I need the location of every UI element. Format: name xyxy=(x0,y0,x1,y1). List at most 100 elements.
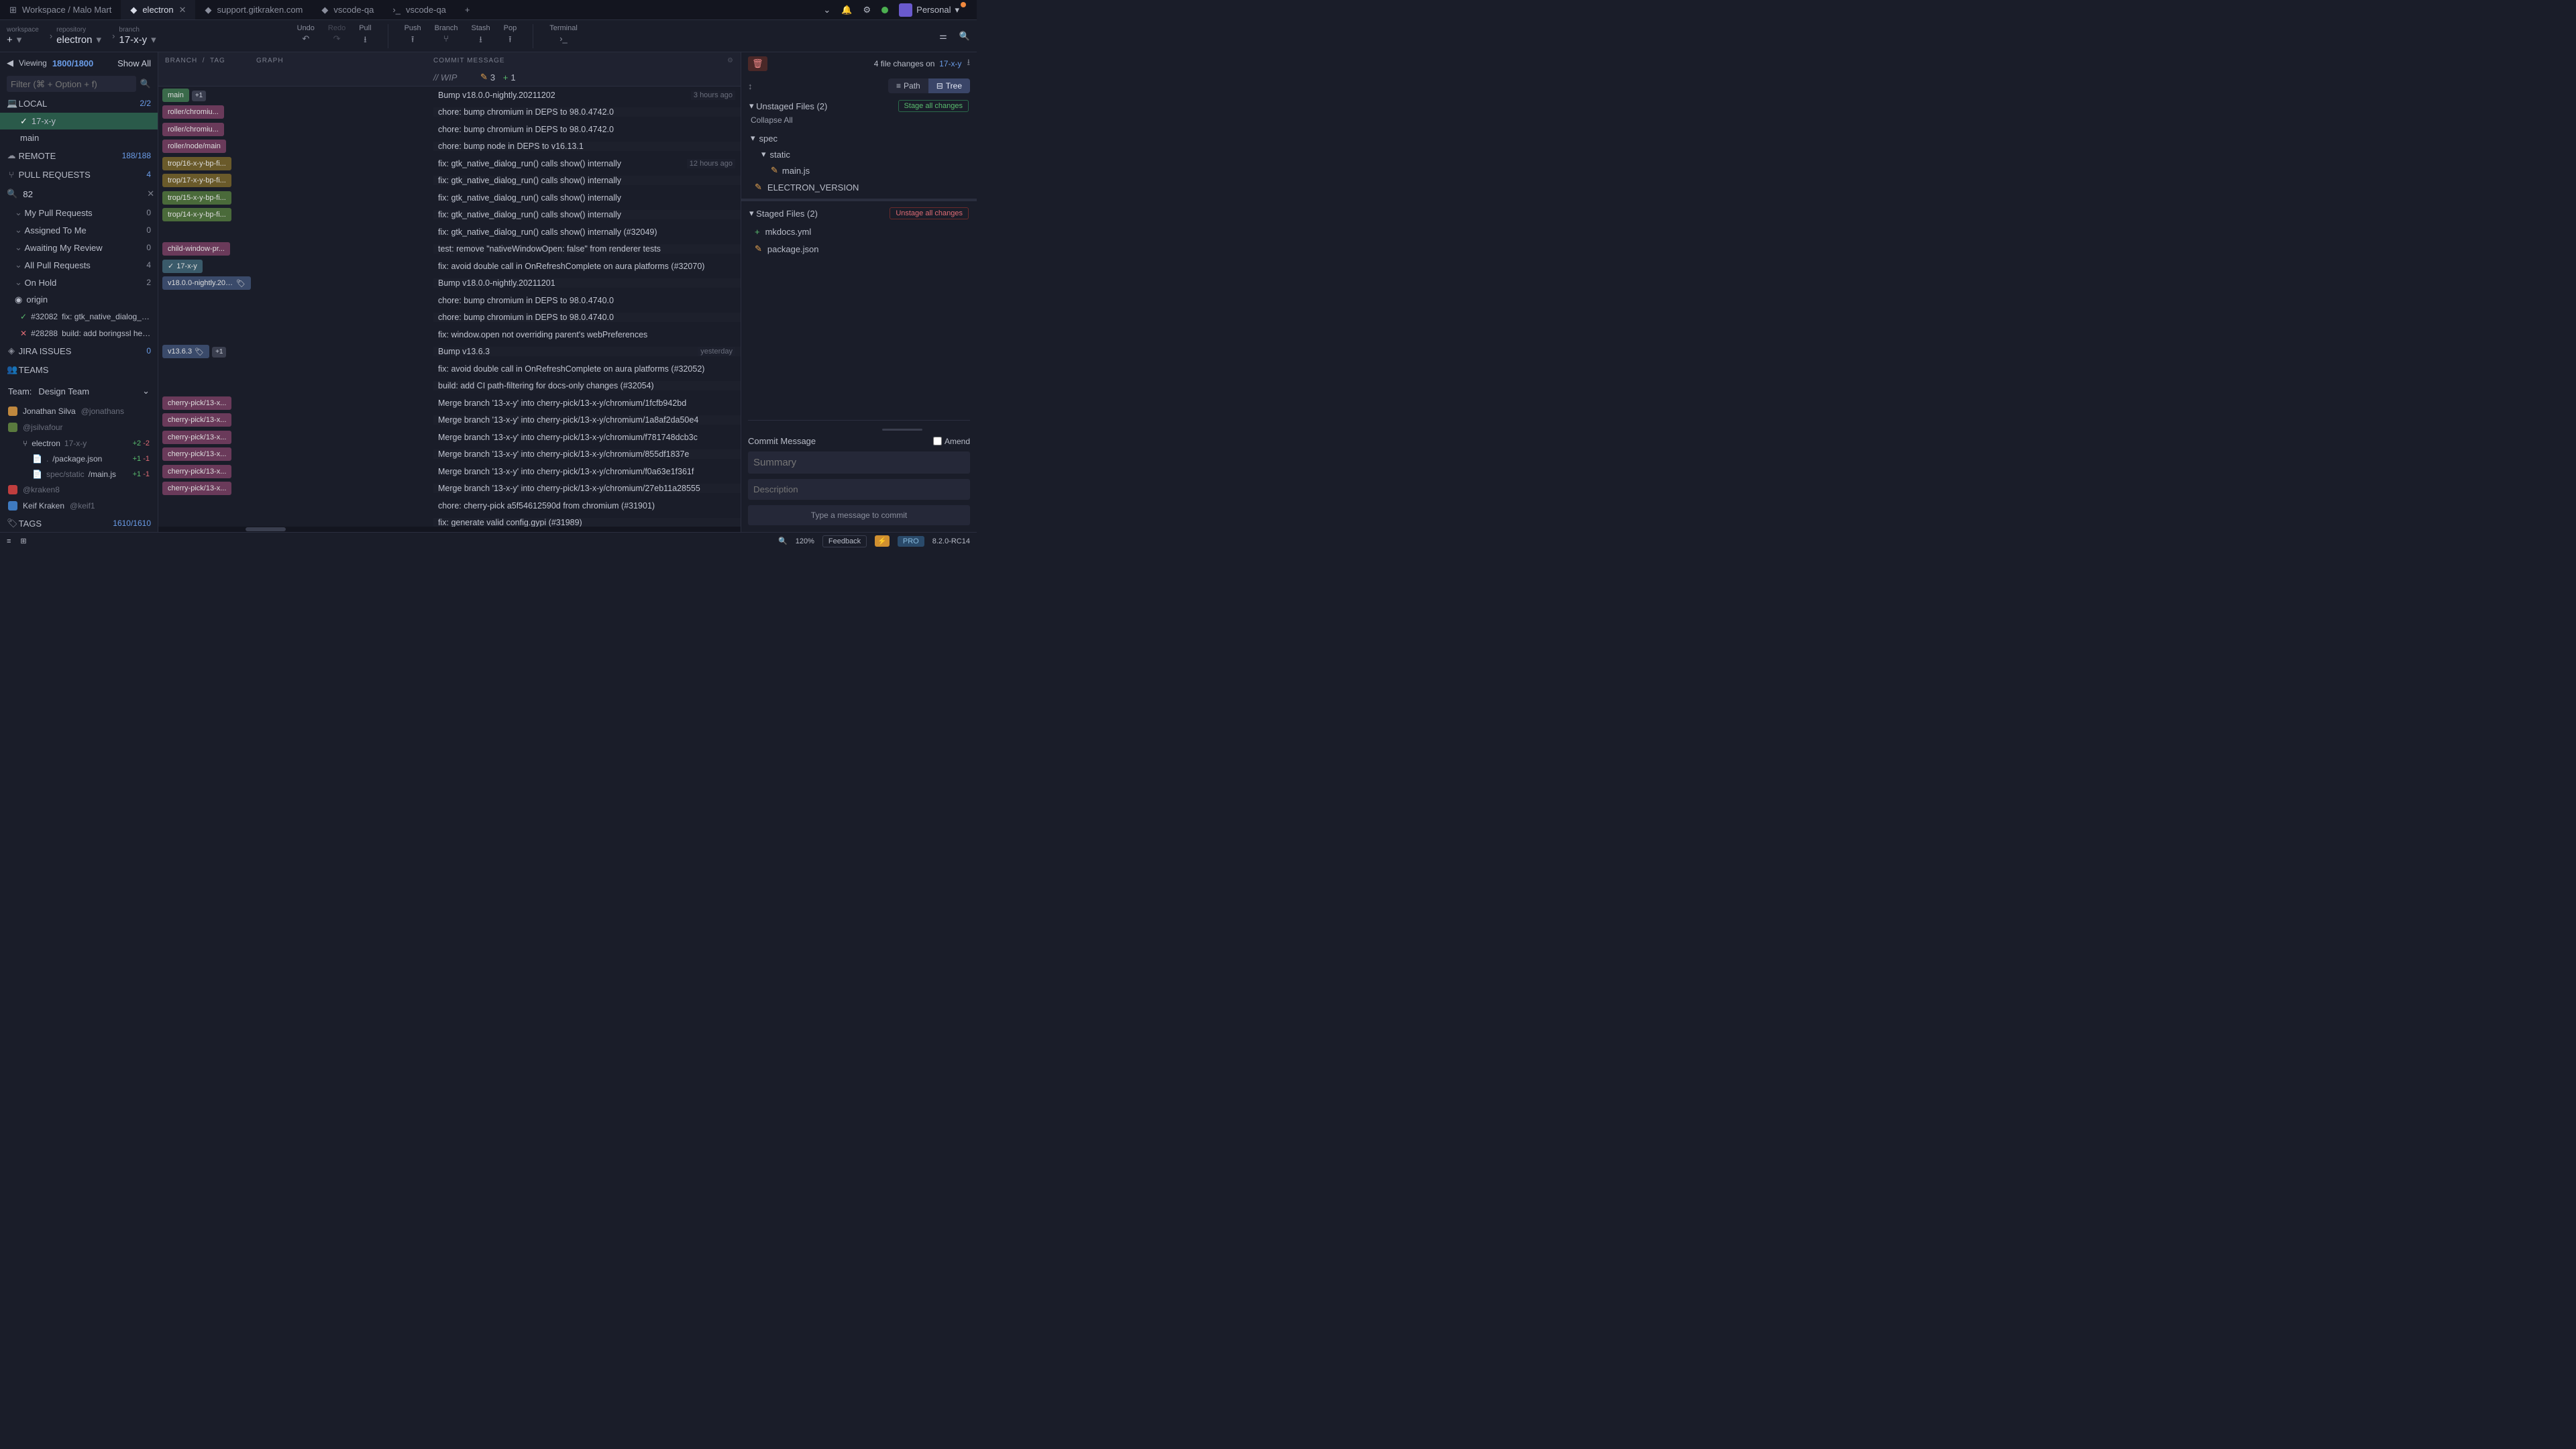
teams-section[interactable]: 👥 TEAMS xyxy=(0,360,158,379)
filter-input[interactable] xyxy=(7,76,136,92)
show-all-button[interactable]: Show All xyxy=(117,58,151,68)
collapse-all-button[interactable]: Collapse All xyxy=(741,115,977,130)
branch-pill[interactable]: trop/15-x-y-bp-fi... xyxy=(162,191,231,205)
commit-row[interactable]: ✓17-x-yfix: avoid double call in OnRefre… xyxy=(158,258,741,275)
awaiting-review[interactable]: ⌄ Awaiting My Review0 xyxy=(0,239,158,256)
commit-row[interactable]: cherry-pick/13-x...Merge branch '13-x-y'… xyxy=(158,463,741,480)
resizer[interactable] xyxy=(748,420,970,421)
member-repo[interactable]: ⑂electron 17-x-y+2 -2 xyxy=(0,435,158,451)
new-tab-button[interactable]: + xyxy=(455,0,480,19)
branch-item-main[interactable]: main xyxy=(0,129,158,146)
branch-pill[interactable]: cherry-pick/13-x... xyxy=(162,413,231,427)
bell-icon[interactable]: 🔔 xyxy=(841,5,852,15)
description-input[interactable] xyxy=(748,479,970,500)
discard-button[interactable]: 🗑 xyxy=(748,56,767,71)
branch-pill[interactable]: child-window-pr... xyxy=(162,242,230,256)
stage-all-button[interactable]: Stage all changes xyxy=(898,100,969,112)
commit-row[interactable]: roller/chromiu...chore: bump chromium in… xyxy=(158,121,741,138)
path-view-button[interactable]: ≡Path xyxy=(888,78,928,93)
search-icon[interactable]: 🔍 xyxy=(959,31,970,42)
repository-selector[interactable]: electron ▾ xyxy=(56,34,101,46)
horizontal-scrollbar[interactable] xyxy=(158,527,741,532)
commit-row[interactable]: chore: bump chromium in DEPS to 98.0.474… xyxy=(158,309,741,327)
zoom-icon[interactable]: 🔍 xyxy=(778,537,788,545)
wip-row[interactable]: // WIP ✎3 +1 xyxy=(158,68,741,87)
branch-pill[interactable]: trop/17-x-y-bp-fi... xyxy=(162,174,231,187)
branch-pill[interactable]: cherry-pick/13-x... xyxy=(162,396,231,410)
remote-section[interactable]: ☁ REMOTE 188/188 xyxy=(0,146,158,165)
file-electron-version[interactable]: ✎ELECTRON_VERSION xyxy=(741,178,977,196)
branch-selector[interactable]: 17-x-y ▾ xyxy=(119,34,156,46)
branch-pill[interactable]: ✓17-x-y xyxy=(162,260,203,273)
my-prs[interactable]: ⌄ My Pull Requests0 xyxy=(0,204,158,221)
workspace-selector[interactable]: + ▾ xyxy=(7,34,21,46)
commit-row[interactable]: main+1Bump v18.0.0-nightly.202112023 hou… xyxy=(158,87,741,104)
close-icon[interactable]: ✕ xyxy=(179,5,186,15)
branch-pill[interactable]: roller/chromiu... xyxy=(162,105,224,119)
tab-support[interactable]: ◆ support.gitkraken.com xyxy=(195,0,312,19)
chevron-down-icon[interactable]: ⌄ xyxy=(823,5,830,15)
all-prs[interactable]: ⌄ All Pull Requests4 xyxy=(0,256,158,274)
redo-button[interactable]: Redo↷ xyxy=(328,24,345,48)
folder-spec[interactable]: ▾spec xyxy=(741,130,977,146)
branch-pill[interactable]: roller/chromiu... xyxy=(162,123,224,136)
pull-button[interactable]: Pull⭳ xyxy=(359,24,371,48)
commit-row[interactable]: trop/17-x-y-bp-fi...fix: gtk_native_dial… xyxy=(158,172,741,190)
flash-icon[interactable]: ⚡ xyxy=(875,535,890,547)
search-icon[interactable]: 🔍 xyxy=(140,78,151,89)
amend-input[interactable] xyxy=(933,437,942,445)
sort-icon[interactable]: ↕ xyxy=(748,81,753,91)
pr-item-1[interactable]: ✓#32082 fix: gtk_native_dialog_ru... xyxy=(0,308,158,325)
package-icon[interactable]: ⊞ xyxy=(20,537,26,545)
commit-row[interactable]: child-window-pr...test: remove "nativeWi… xyxy=(158,241,741,258)
commit-row[interactable]: trop/16-x-y-bp-fi...fix: gtk_native_dial… xyxy=(158,155,741,172)
branch-pill[interactable]: cherry-pick/13-x... xyxy=(162,447,231,461)
team-selector[interactable]: Team: Design Team ⌄ xyxy=(0,379,158,403)
branch-pill[interactable]: cherry-pick/13-x... xyxy=(162,482,231,495)
changed-file[interactable]: 📄./package.json+1 -1 xyxy=(0,451,158,466)
commit-row[interactable]: v18.0.0-nightly.202...🏷Bump v18.0.0-nigh… xyxy=(158,275,741,292)
commit-row[interactable]: fix: generate valid config.gypi (#31989) xyxy=(158,515,741,527)
back-icon[interactable]: ◀ xyxy=(7,58,13,68)
commit-row[interactable]: roller/chromiu...chore: bump chromium in… xyxy=(158,104,741,121)
sliders-icon[interactable]: ⚌ xyxy=(939,31,947,42)
commit-row[interactable]: cherry-pick/13-x...Merge branch '13-x-y'… xyxy=(158,394,741,412)
scroll-thumb[interactable] xyxy=(246,527,286,531)
commit-row[interactable]: trop/15-x-y-bp-fi...fix: gtk_native_dial… xyxy=(158,189,741,207)
assigned-to-me[interactable]: ⌄ Assigned To Me0 xyxy=(0,221,158,239)
tab-vscode-qa-1[interactable]: ◆ vscode-qa xyxy=(312,0,383,19)
zoom-value[interactable]: 120% xyxy=(796,537,814,545)
local-section[interactable]: 💻 LOCAL 2/2 xyxy=(0,94,158,113)
amend-checkbox[interactable]: Amend xyxy=(933,437,970,446)
unstaged-header[interactable]: ▾ Unstaged Files (2) Stage all changes xyxy=(741,97,977,115)
resizer[interactable] xyxy=(741,199,977,201)
stash-button[interactable]: Stash⭳ xyxy=(472,24,490,48)
team-member[interactable]: @kraken8 xyxy=(0,482,158,498)
pr-search-input[interactable] xyxy=(21,188,143,201)
commit-row[interactable]: build: add CI path-filtering for docs-on… xyxy=(158,378,741,395)
commit-row[interactable]: cherry-pick/13-x...Merge branch '13-x-y'… xyxy=(158,429,741,446)
changed-file[interactable]: 📄spec/static/main.js+1 -1 xyxy=(0,466,158,482)
pull-requests-section[interactable]: ⑂ PULL REQUESTS 4 xyxy=(0,165,158,184)
branch-pill[interactable]: roller/node/main xyxy=(162,140,226,153)
team-member[interactable]: Keif Kraken@keif1 xyxy=(0,498,158,514)
file-mainjs[interactable]: ✎main.js xyxy=(741,162,977,178)
undo-button[interactable]: Undo↶ xyxy=(297,24,315,48)
staged-header[interactable]: ▾ Staged Files (2) Unstage all changes xyxy=(741,204,977,223)
feedback-button[interactable]: Feedback xyxy=(822,535,867,547)
tags-section[interactable]: 🏷 TAGS1610/1610 xyxy=(0,514,158,532)
gear-icon[interactable]: ⚙ xyxy=(863,5,871,15)
branch-pill[interactable]: cherry-pick/13-x... xyxy=(162,465,231,478)
commit-row[interactable]: fix: gtk_native_dialog_run() calls show(… xyxy=(158,223,741,241)
branch-pill[interactable]: main xyxy=(162,89,189,102)
list-icon[interactable]: ≡ xyxy=(7,537,11,545)
commit-row[interactable]: cherry-pick/13-x...Merge branch '13-x-y'… xyxy=(158,412,741,429)
commit-row[interactable]: cherry-pick/13-x...Merge branch '13-x-y'… xyxy=(158,446,741,464)
jira-section[interactable]: ◈ JIRA ISSUES0 xyxy=(0,341,158,360)
tab-electron[interactable]: ◆ electron ✕ xyxy=(121,0,195,19)
commit-row[interactable]: fix: window.open not overriding parent's… xyxy=(158,326,741,343)
commit-row[interactable]: chore: cherry-pick a5f54612590d from chr… xyxy=(158,497,741,515)
tree-view-button[interactable]: ⊟Tree xyxy=(928,78,970,93)
file-package[interactable]: ✎package.json xyxy=(741,240,977,258)
team-member[interactable]: @jsilvafour xyxy=(0,419,158,435)
